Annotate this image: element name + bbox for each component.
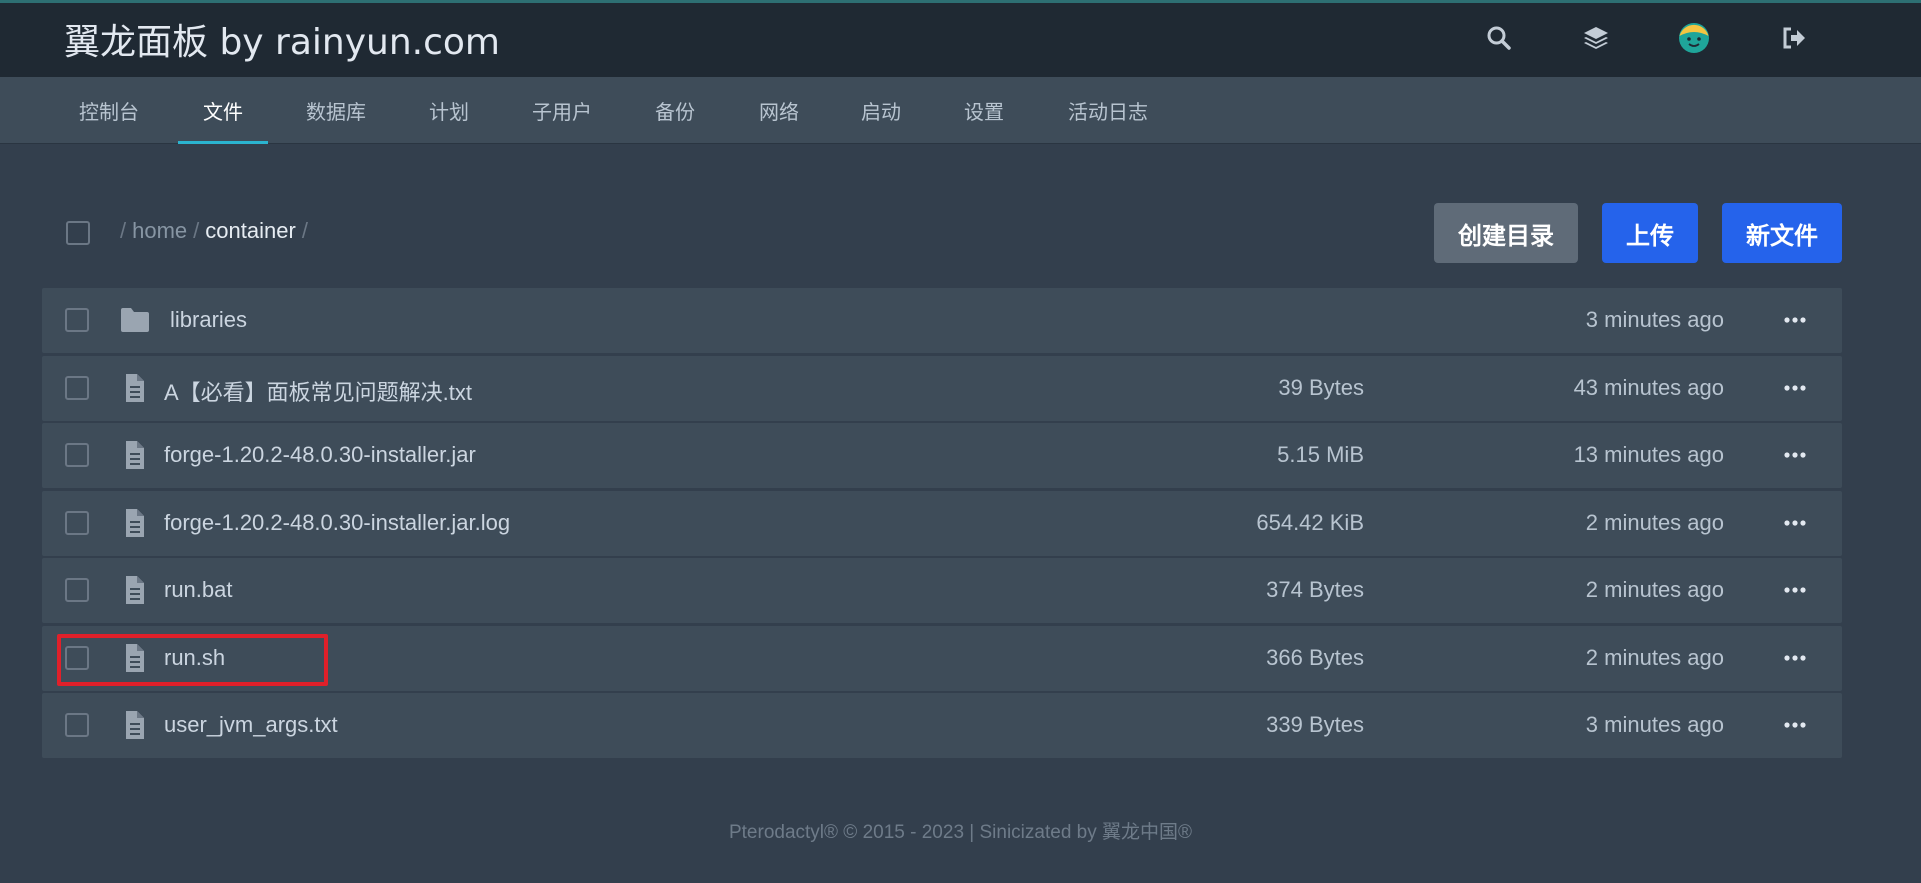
file-name[interactable]: libraries: [170, 307, 247, 333]
row-checkbox[interactable]: [65, 376, 89, 400]
file-text-icon: [126, 374, 144, 402]
more-options-icon[interactable]: [1780, 645, 1810, 671]
file-modified: 2 minutes ago: [1585, 645, 1724, 670]
tab-backups[interactable]: 备份: [634, 77, 716, 144]
tab-files[interactable]: 文件: [178, 77, 268, 144]
folder-icon: [121, 308, 149, 332]
row-checkbox[interactable]: [65, 713, 89, 737]
breadcrumb-home[interactable]: home: [132, 218, 187, 243]
tab-users[interactable]: 子用户: [510, 77, 614, 144]
file-row[interactable]: A【必看】面板常见问题解决.txt 39 Bytes 43 minutes ag…: [42, 356, 1842, 421]
more-options-icon[interactable]: [1780, 712, 1810, 738]
upload-button[interactable]: 上传: [1602, 203, 1698, 263]
file-size: 39 Bytes: [1278, 375, 1364, 400]
file-text-icon: [126, 711, 144, 739]
file-modified: 3 minutes ago: [1585, 307, 1724, 332]
row-checkbox[interactable]: [65, 578, 89, 602]
file-row[interactable]: user_jvm_args.txt 339 Bytes 3 minutes ag…: [42, 693, 1842, 758]
file-name[interactable]: forge-1.20.2-48.0.30-installer.jar.log: [164, 510, 510, 536]
tab-settings[interactable]: 设置: [943, 77, 1025, 144]
tab-activity[interactable]: 活动日志: [1052, 77, 1164, 144]
file-row[interactable]: forge-1.20.2-48.0.30-installer.jar 5.15 …: [42, 423, 1842, 488]
file-name[interactable]: forge-1.20.2-48.0.30-installer.jar: [164, 442, 476, 468]
file-size: 339 Bytes: [1266, 712, 1364, 737]
avatar[interactable]: [1677, 21, 1711, 55]
file-modified: 3 minutes ago: [1585, 712, 1724, 737]
more-options-icon[interactable]: [1780, 510, 1810, 536]
search-icon[interactable]: [1482, 21, 1516, 55]
more-options-icon[interactable]: [1780, 577, 1810, 603]
highlight-box: [57, 634, 328, 686]
file-row[interactable]: libraries 3 minutes ago: [42, 288, 1842, 353]
tab-schedules[interactable]: 计划: [408, 77, 490, 144]
row-checkbox[interactable]: [65, 511, 89, 535]
file-size: 374 Bytes: [1266, 577, 1364, 602]
brand-title[interactable]: 翼龙面板 by rainyun.com: [64, 13, 500, 65]
breadcrumb-container: container: [205, 218, 296, 243]
tab-startup[interactable]: 启动: [840, 77, 922, 144]
file-text-icon: [126, 509, 144, 537]
file-modified: 43 minutes ago: [1573, 375, 1724, 400]
file-modified: 13 minutes ago: [1573, 442, 1724, 467]
file-name[interactable]: A【必看】面板常见问题解决.txt: [164, 375, 472, 407]
new-file-button[interactable]: 新文件: [1722, 203, 1842, 263]
row-checkbox[interactable]: [65, 308, 89, 332]
file-size: 366 Bytes: [1266, 645, 1364, 670]
top-bar: 翼龙面板 by rainyun.com: [0, 0, 1921, 77]
file-modified: 2 minutes ago: [1585, 577, 1724, 602]
file-text-icon: [126, 576, 144, 604]
tab-databases[interactable]: 数据库: [284, 77, 388, 144]
more-options-icon[interactable]: [1780, 375, 1810, 401]
file-name[interactable]: run.bat: [164, 577, 233, 603]
footer-copyright: Pterodactyl® © 2015 - 2023 | Sinicizated…: [728, 822, 1193, 843]
file-size: 5.15 MiB: [1277, 442, 1364, 467]
tab-network[interactable]: 网络: [738, 77, 820, 144]
logout-icon[interactable]: [1777, 21, 1811, 55]
tab-console[interactable]: 控制台: [58, 77, 160, 144]
layers-icon[interactable]: [1579, 21, 1613, 55]
file-row[interactable]: run.bat 374 Bytes 2 minutes ago: [42, 558, 1842, 623]
server-nav: 控制台 文件 数据库 计划 子用户 备份 网络 启动 设置 活动日志: [0, 77, 1921, 144]
more-options-icon[interactable]: [1780, 442, 1810, 468]
file-row[interactable]: forge-1.20.2-48.0.30-installer.jar.log 6…: [42, 491, 1842, 556]
file-text-icon: [126, 441, 144, 469]
select-all-checkbox[interactable]: [66, 221, 90, 245]
row-checkbox[interactable]: [65, 443, 89, 467]
file-modified: 2 minutes ago: [1585, 510, 1724, 535]
create-directory-button[interactable]: 创建目录: [1434, 203, 1578, 263]
breadcrumb: / home / container /: [120, 218, 308, 243]
file-size: 654.42 KiB: [1256, 510, 1364, 535]
file-name[interactable]: user_jvm_args.txt: [164, 712, 338, 738]
more-options-icon[interactable]: [1780, 307, 1810, 333]
